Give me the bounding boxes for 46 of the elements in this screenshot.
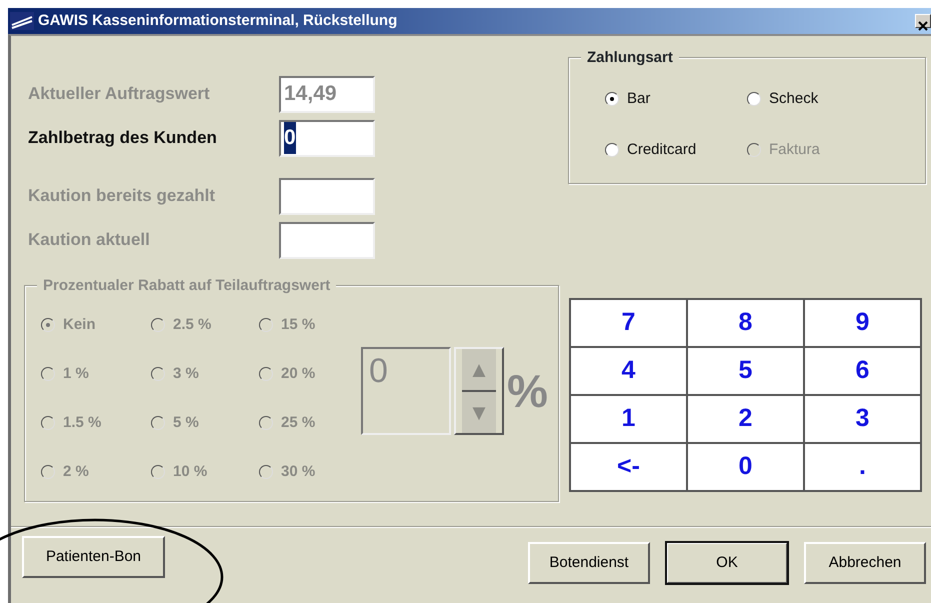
radio-button[interactable] — [605, 92, 619, 106]
keypad-key[interactable]: 1 — [570, 395, 687, 443]
keypad-key[interactable]: 0 — [687, 443, 804, 491]
radio-label: 2 % — [63, 462, 89, 482]
radio-label: 1 % — [63, 364, 89, 384]
radio-label: 1.5 % — [63, 412, 102, 433]
field-label: Zahlbetrag des Kunden — [28, 127, 218, 150]
radio-label: Faktura — [769, 140, 820, 160]
radio-label: 2.5 % — [173, 314, 212, 335]
radio-label: Scheck — [769, 89, 818, 109]
radio-label: Creditcard — [627, 140, 696, 160]
close-button[interactable] — [915, 14, 931, 28]
radio-label: 10 % — [173, 462, 208, 482]
radio-label: 5 % — [173, 412, 199, 433]
window-title: GAWIS Kasseninformationsterminal, Rückstellung — [38, 10, 398, 31]
keypad-key[interactable]: 7 — [570, 299, 687, 347]
field-label: Kaution bereits gezahlt — [28, 185, 216, 208]
radio-label: Bar — [627, 89, 650, 109]
dialog-button[interactable]: OK — [666, 542, 788, 584]
radio-label: 25 % — [281, 412, 316, 433]
percent-sign: % — [507, 364, 548, 418]
field-label: Aktueller Auftragswert — [28, 83, 211, 106]
keypad-key[interactable]: 5 — [687, 347, 804, 395]
keypad-key[interactable]: . — [804, 443, 921, 491]
field-label: Kaution aktuell — [28, 229, 151, 252]
input-field[interactable] — [279, 222, 375, 258]
radio-label: Kein — [63, 314, 96, 335]
radio-label: 15 % — [281, 314, 316, 335]
radio-button[interactable] — [747, 92, 761, 106]
keypad-key[interactable]: 8 — [687, 299, 804, 347]
app-logo-icon — [10, 12, 34, 30]
input-field[interactable]: 0 — [279, 120, 375, 156]
radio-button[interactable] — [605, 142, 619, 157]
input-field[interactable] — [279, 178, 375, 214]
keypad-key[interactable]: 9 — [804, 299, 921, 347]
dialog-button[interactable]: Botendienst — [528, 542, 650, 584]
radio-label: 3 % — [173, 364, 199, 384]
radio-label: 30 % — [281, 462, 316, 482]
keypad-key[interactable]: 6 — [804, 347, 921, 395]
keypad-key[interactable]: 4 — [570, 347, 687, 395]
dialog-button[interactable]: Patienten-Bon — [22, 536, 165, 578]
keypad-key[interactable]: 2 — [687, 395, 804, 443]
keypad-key[interactable]: 3 — [804, 395, 921, 443]
dialog-button[interactable]: Abbrechen — [804, 542, 926, 584]
radio-label: 20 % — [281, 364, 316, 384]
keypad-key[interactable]: <- — [570, 443, 687, 491]
